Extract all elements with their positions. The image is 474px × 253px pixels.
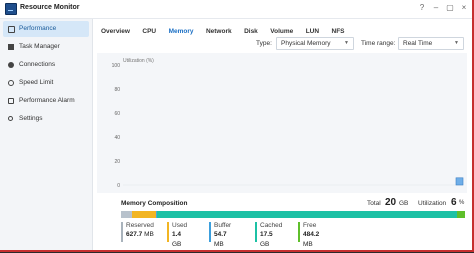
type-label: Type: [256,40,272,47]
time-range-label: Time range: [361,40,396,47]
tab-overview[interactable]: Overview [98,25,133,39]
utilization-value: 6 [451,197,457,208]
sidebar-item-settings[interactable]: Settings [3,111,89,127]
resource-monitor-app-icon [5,3,17,15]
sidebar-item-label: Task Manager [19,43,60,50]
settings-icon [8,116,13,121]
legend-value: 17.5 GB [260,231,273,248]
alarm-icon [8,98,14,104]
sidebar-item-performance[interactable]: Performance [3,21,89,37]
legend-label: Used [172,222,188,229]
sidebar-item-label: Settings [19,115,43,122]
y-tick-label: 80 [114,87,120,93]
y-tick-label: 100 [112,63,121,69]
tab-memory[interactable]: Memory [166,25,197,39]
sidebar-item-task-manager[interactable]: Task Manager [3,39,89,55]
y-tick-label: 20 [114,159,120,165]
legend-value: 627.7 MB [126,231,154,238]
maximize-icon[interactable]: ▢ [445,3,455,12]
segment-free [456,211,465,218]
chevron-down-icon: ▼ [454,40,459,46]
title-bar: Resource Monitor ? – ▢ × [0,0,472,19]
legend-label: Reserved [126,222,154,229]
tab-cpu[interactable]: CPU [139,25,159,39]
connections-icon [8,62,14,68]
sidebar-item-performance-alarm[interactable]: Performance Alarm [3,93,89,109]
legend-used: Used 1.4 GB [167,222,188,248]
legend-label: Free [303,222,317,229]
memory-composition-bar [121,211,465,218]
chevron-down-icon: ▼ [344,40,349,46]
legend-free: Free 484.2 MB [298,222,319,248]
speed-limit-icon [8,80,14,86]
tab-bar: Overview CPU Memory Network Disk Volume … [98,20,350,35]
y-tick-label: 60 [114,111,120,117]
legend-label: Cached [260,222,283,229]
memory-composition-title: Memory Composition [121,200,188,207]
task-manager-icon [8,44,14,50]
close-icon[interactable]: × [459,3,469,12]
minimize-icon[interactable]: – [431,3,441,12]
performance-icon [8,26,15,33]
type-select[interactable]: Physical Memory ▼ [276,37,354,50]
legend-value: 484.2 MB [303,231,320,248]
total-unit: GB [399,200,409,207]
sidebar-item-label: Connections [19,61,56,68]
total-label: Total [367,200,381,207]
utilization-label: Utilization [418,200,447,207]
y-tick-label: 40 [114,135,120,141]
y-axis-label: Utilization (%) [123,58,154,64]
legend-label: Buffer [214,222,232,229]
time-range-select-value: Real Time [403,40,433,47]
legend-cached: Cached 17.5 GB [255,222,283,248]
type-select-value: Physical Memory [281,40,331,47]
segment-reserved [121,211,132,218]
tab-disk[interactable]: Disk [241,25,261,39]
chart-svg: Utilization (%)100 80 60 40 20 0 [112,58,464,189]
segment-cached [157,211,457,218]
utilization-unit: % [459,200,465,206]
legend-value: 1.4 GB [172,231,182,248]
sidebar: Performance Task Manager Connections Spe… [0,19,93,250]
sidebar-item-connections[interactable]: Connections [3,57,89,73]
legend-buffer: Buffer 54.7 MB [209,222,232,248]
total-value: 20 [385,197,397,208]
tab-network[interactable]: Network [203,25,235,39]
help-icon[interactable]: ? [417,3,427,12]
segment-used [131,211,156,218]
y-tick-label: 0 [117,183,120,189]
window-title: Resource Monitor [20,4,80,11]
time-range-select[interactable]: Real Time ▼ [398,37,464,50]
utilization-area-point [455,177,464,186]
memory-utilization-chart: Utilization (%) 100 80 60 40 20 0 [97,53,467,193]
legend-value: 54.7 MB [214,231,227,248]
sidebar-item-label: Performance [19,25,57,32]
sidebar-item-label: Speed Limit [19,79,54,86]
resource-monitor-window: Resource Monitor ? – ▢ × Performance Tas… [0,0,474,252]
sidebar-item-speed-limit[interactable]: Speed Limit [3,75,89,91]
sidebar-item-label: Performance Alarm [19,97,75,104]
legend-reserved: Reserved 627.7 MB [121,222,154,242]
